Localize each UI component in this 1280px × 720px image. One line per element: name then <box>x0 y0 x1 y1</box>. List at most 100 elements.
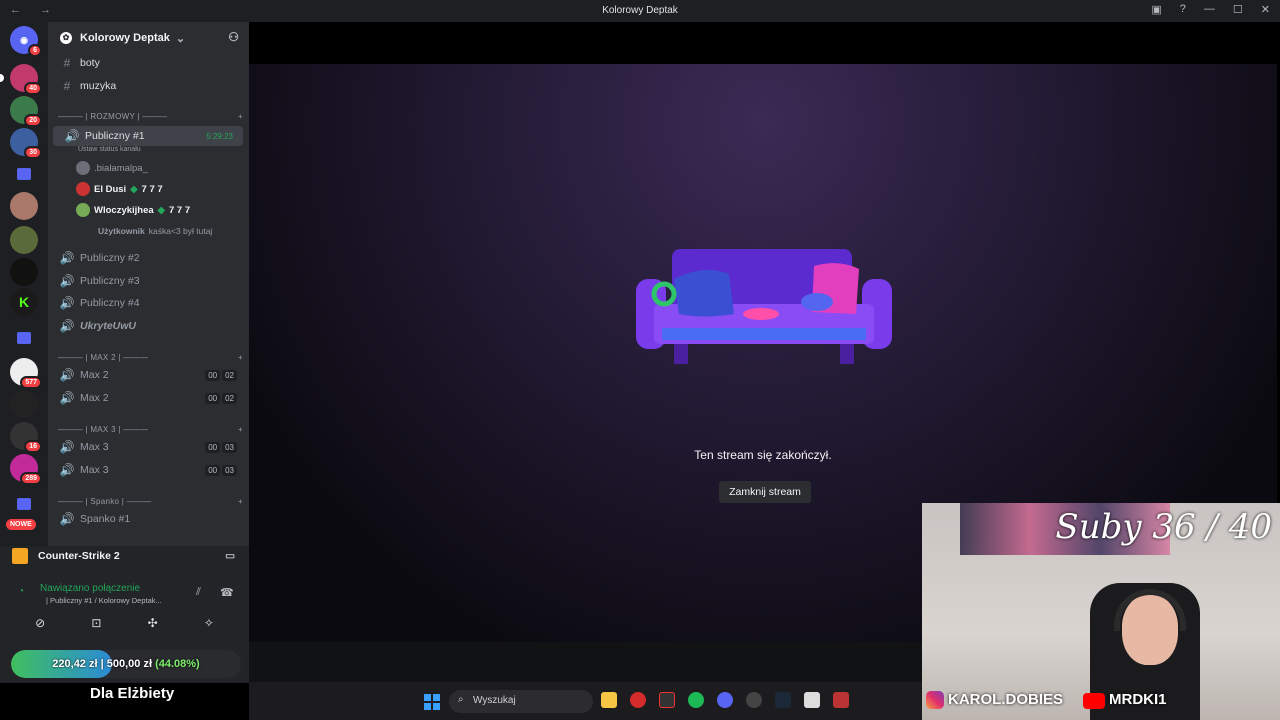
server-icon[interactable]: 577 <box>10 358 42 389</box>
avatar <box>76 182 90 196</box>
category-max2[interactable]: ——— | MAX 2 | ——— + <box>58 353 243 362</box>
voice-channel-max3[interactable]: 🔊 Max 3 00 03 <box>48 460 249 480</box>
obs-icon[interactable] <box>659 692 675 708</box>
server-icon[interactable] <box>10 192 38 220</box>
speaker-icon: 🔊 <box>59 391 75 405</box>
server-icon[interactable]: 40 <box>10 64 42 95</box>
discord-icon[interactable] <box>717 692 733 708</box>
server-icon[interactable]: 20 <box>10 96 42 127</box>
activity-game[interactable]: Counter-Strike 2 ▭ <box>0 546 249 566</box>
guild-header[interactable]: ✿ Kolorowy Deptak ⌄ ⚇ <box>48 22 249 54</box>
server-icon[interactable]: 30 <box>10 128 42 159</box>
window-controls: ▣ ? — ☐ ✕ <box>1151 3 1270 16</box>
disconnect-icon[interactable]: ☎ <box>220 586 234 599</box>
close-window-button[interactable]: ✕ <box>1261 3 1270 16</box>
title-bar: ← → Kolorowy Deptak ▣ ? — ☐ ✕ <box>0 0 1280 22</box>
voice-timer: 5:29:23 <box>206 131 233 141</box>
search-label: Wyszukaj <box>473 695 516 706</box>
voice-channel-spanko[interactable]: 🔊 Spanko #1 <box>48 509 249 529</box>
avatar <box>76 161 90 175</box>
voice-connected[interactable]: Nawiązano połączenie <box>40 583 140 594</box>
channel-boty[interactable]: # boty <box>48 53 249 73</box>
discord-home-icon[interactable]: ◉ 6 <box>10 26 42 57</box>
screen-share-icon[interactable]: ▭ <box>225 550 235 562</box>
count-limit: 02 <box>222 392 237 404</box>
activities-icon[interactable]: ✣ <box>148 616 158 630</box>
voice-channel-max3[interactable]: 🔊 Max 3 00 03 <box>48 437 249 457</box>
youtube-handle: MRDKI1 <box>1083 691 1167 709</box>
category-max3[interactable]: ——— | MAX 3 | ——— + <box>58 425 243 434</box>
maximize-button[interactable]: ☐ <box>1233 3 1243 16</box>
tag-icon: ◆ <box>130 183 138 195</box>
channel-list: ✿ Kolorowy Deptak ⌄ ⚇ # boty # muzyka ——— … <box>48 22 249 546</box>
server-badge: 16 <box>24 440 42 453</box>
cs2-icon <box>12 548 28 564</box>
count-current: 00 <box>205 392 221 404</box>
channel-muzyka[interactable]: # muzyka <box>48 76 249 96</box>
shield-icon[interactable] <box>833 692 849 708</box>
spotify-icon[interactable] <box>688 692 704 708</box>
dedication-text: Dla Elżbiety <box>0 683 249 720</box>
server-icon[interactable]: 289 <box>10 454 42 485</box>
help-icon[interactable]: ? <box>1180 3 1186 16</box>
voice-channel-publiczny-4[interactable]: 🔊 Publiczny #4 <box>48 293 249 313</box>
voice-channel-publiczny-2[interactable]: 🔊 Publiczny #2 <box>48 248 249 268</box>
goal-current: 220,42 zł <box>52 658 98 670</box>
plus-icon[interactable]: + <box>238 497 243 506</box>
speaker-icon: 🔊 <box>64 129 80 143</box>
voice-user[interactable]: .bialamalpa_ <box>76 158 148 178</box>
file-explorer-icon[interactable] <box>601 692 617 708</box>
voice-user[interactable]: El Dusi ◆ 7 7 7 <box>76 179 163 199</box>
voice-user[interactable]: Wloczykijhea ◆ 7 7 7 <box>76 200 190 220</box>
speaker-icon: 🔊 <box>59 512 75 526</box>
instagram-text: KAROL.DOBIES <box>948 690 1064 708</box>
past-user: Użytkownik kaśka<3 był tutaj <box>98 226 213 236</box>
close-stream-button[interactable]: Zamknij stream <box>719 481 811 503</box>
goal-text: 220,42 zł | 500,00 zł (44.08%) <box>52 658 200 670</box>
app-icon[interactable] <box>804 692 820 708</box>
plus-icon[interactable]: + <box>238 425 243 434</box>
category-rozmowy[interactable]: ——— | ROZMOWY | ——— + <box>58 112 243 121</box>
category-spanko[interactable]: ——— | Spanko | ——— + <box>58 497 243 506</box>
speaker-icon: 🔊 <box>59 251 75 265</box>
kick-icon[interactable]: K <box>10 288 38 316</box>
window-title: Kolorowy Deptak <box>602 5 678 16</box>
voice-channel-max2[interactable]: 🔊 Max 2 00 02 <box>48 388 249 408</box>
steam-icon[interactable] <box>775 692 791 708</box>
avatar <box>76 203 90 217</box>
voice-channel-max2[interactable]: 🔊 Max 2 00 02 <box>48 365 249 385</box>
server-badge: 40 <box>24 82 42 95</box>
count-limit: 03 <box>222 441 237 453</box>
voice-channel-publiczny-3[interactable]: 🔊 Publiczny #3 <box>48 271 249 291</box>
server-badge: 30 <box>24 146 42 159</box>
channel-status[interactable]: Ustaw status kanału <box>78 146 141 153</box>
signal-icon[interactable]: ◔ <box>18 586 24 597</box>
plus-icon[interactable]: + <box>238 112 243 121</box>
server-icon[interactable] <box>10 226 38 254</box>
noise-suppression-icon[interactable]: ⫽ <box>196 586 201 599</box>
folder-icon[interactable] <box>17 332 31 344</box>
opera-icon[interactable] <box>630 692 646 708</box>
minimize-button[interactable]: — <box>1204 3 1215 16</box>
subs-counter: Suby 36 / 40 <box>1055 507 1272 547</box>
folder-icon[interactable] <box>17 498 31 510</box>
voice-channel-hidden[interactable]: 🔊 UkryteUwU <box>48 316 249 336</box>
share-screen-icon[interactable]: ⊡ <box>91 616 101 630</box>
taskbar-search[interactable]: ⌕ Wyszukaj <box>449 690 593 713</box>
camera-off-icon[interactable]: ⊘ <box>35 616 45 630</box>
server-icon[interactable]: 16 <box>10 422 42 453</box>
inbox-icon[interactable]: ▣ <box>1151 3 1161 16</box>
folder-icon[interactable] <box>17 168 31 180</box>
server-icon[interactable] <box>10 258 38 286</box>
voice-connected-sub: | Publiczny #1 / Kolorowy Deptak... <box>46 596 162 605</box>
hash-icon: # <box>63 56 71 70</box>
start-icon[interactable] <box>424 694 440 710</box>
server-badge: 289 <box>20 472 42 485</box>
app-icon[interactable] <box>746 692 762 708</box>
user-count: 00 03 <box>205 464 237 476</box>
plus-icon[interactable]: + <box>238 353 243 362</box>
voice-channel-publiczny-1[interactable]: 🔊 Publiczny #1 5:29:23 <box>53 126 243 146</box>
add-member-icon[interactable]: ⚇ <box>228 30 239 44</box>
soundboard-icon[interactable]: ✧ <box>204 616 214 630</box>
server-icon[interactable] <box>10 390 38 418</box>
